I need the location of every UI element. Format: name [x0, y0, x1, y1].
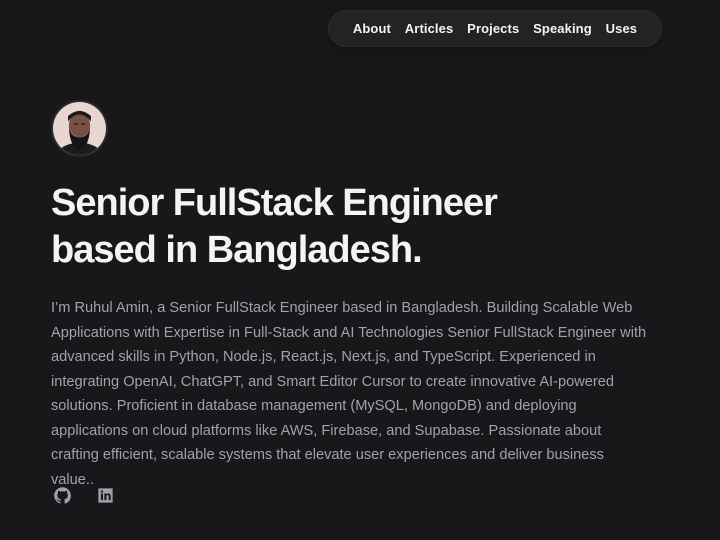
- social-links: [52, 485, 115, 505]
- page: About Articles Projects Speaking Uses Se…: [0, 0, 720, 540]
- nav-item-about[interactable]: About: [353, 21, 391, 36]
- nav-item-uses[interactable]: Uses: [606, 21, 637, 36]
- linkedin-icon: [97, 487, 113, 503]
- bio-paragraph: I’m Ruhul Amin, a Senior FullStack Engin…: [51, 300, 647, 488]
- avatar-image: [53, 102, 106, 155]
- github-icon: [53, 486, 71, 504]
- nav-item-projects[interactable]: Projects: [467, 21, 519, 36]
- title-line-1: Senior FullStack Engineer: [51, 182, 498, 224]
- page-title: Senior FullStack Engineer based in Bangl…: [51, 180, 611, 274]
- linkedin-link[interactable]: [95, 485, 115, 505]
- nav-item-articles[interactable]: Articles: [405, 21, 454, 36]
- title-line-2: based in Bangladesh.: [51, 229, 423, 271]
- github-link[interactable]: [52, 485, 72, 505]
- main-nav: About Articles Projects Speaking Uses: [328, 10, 662, 47]
- avatar[interactable]: [51, 100, 108, 157]
- nav-item-speaking[interactable]: Speaking: [533, 21, 592, 36]
